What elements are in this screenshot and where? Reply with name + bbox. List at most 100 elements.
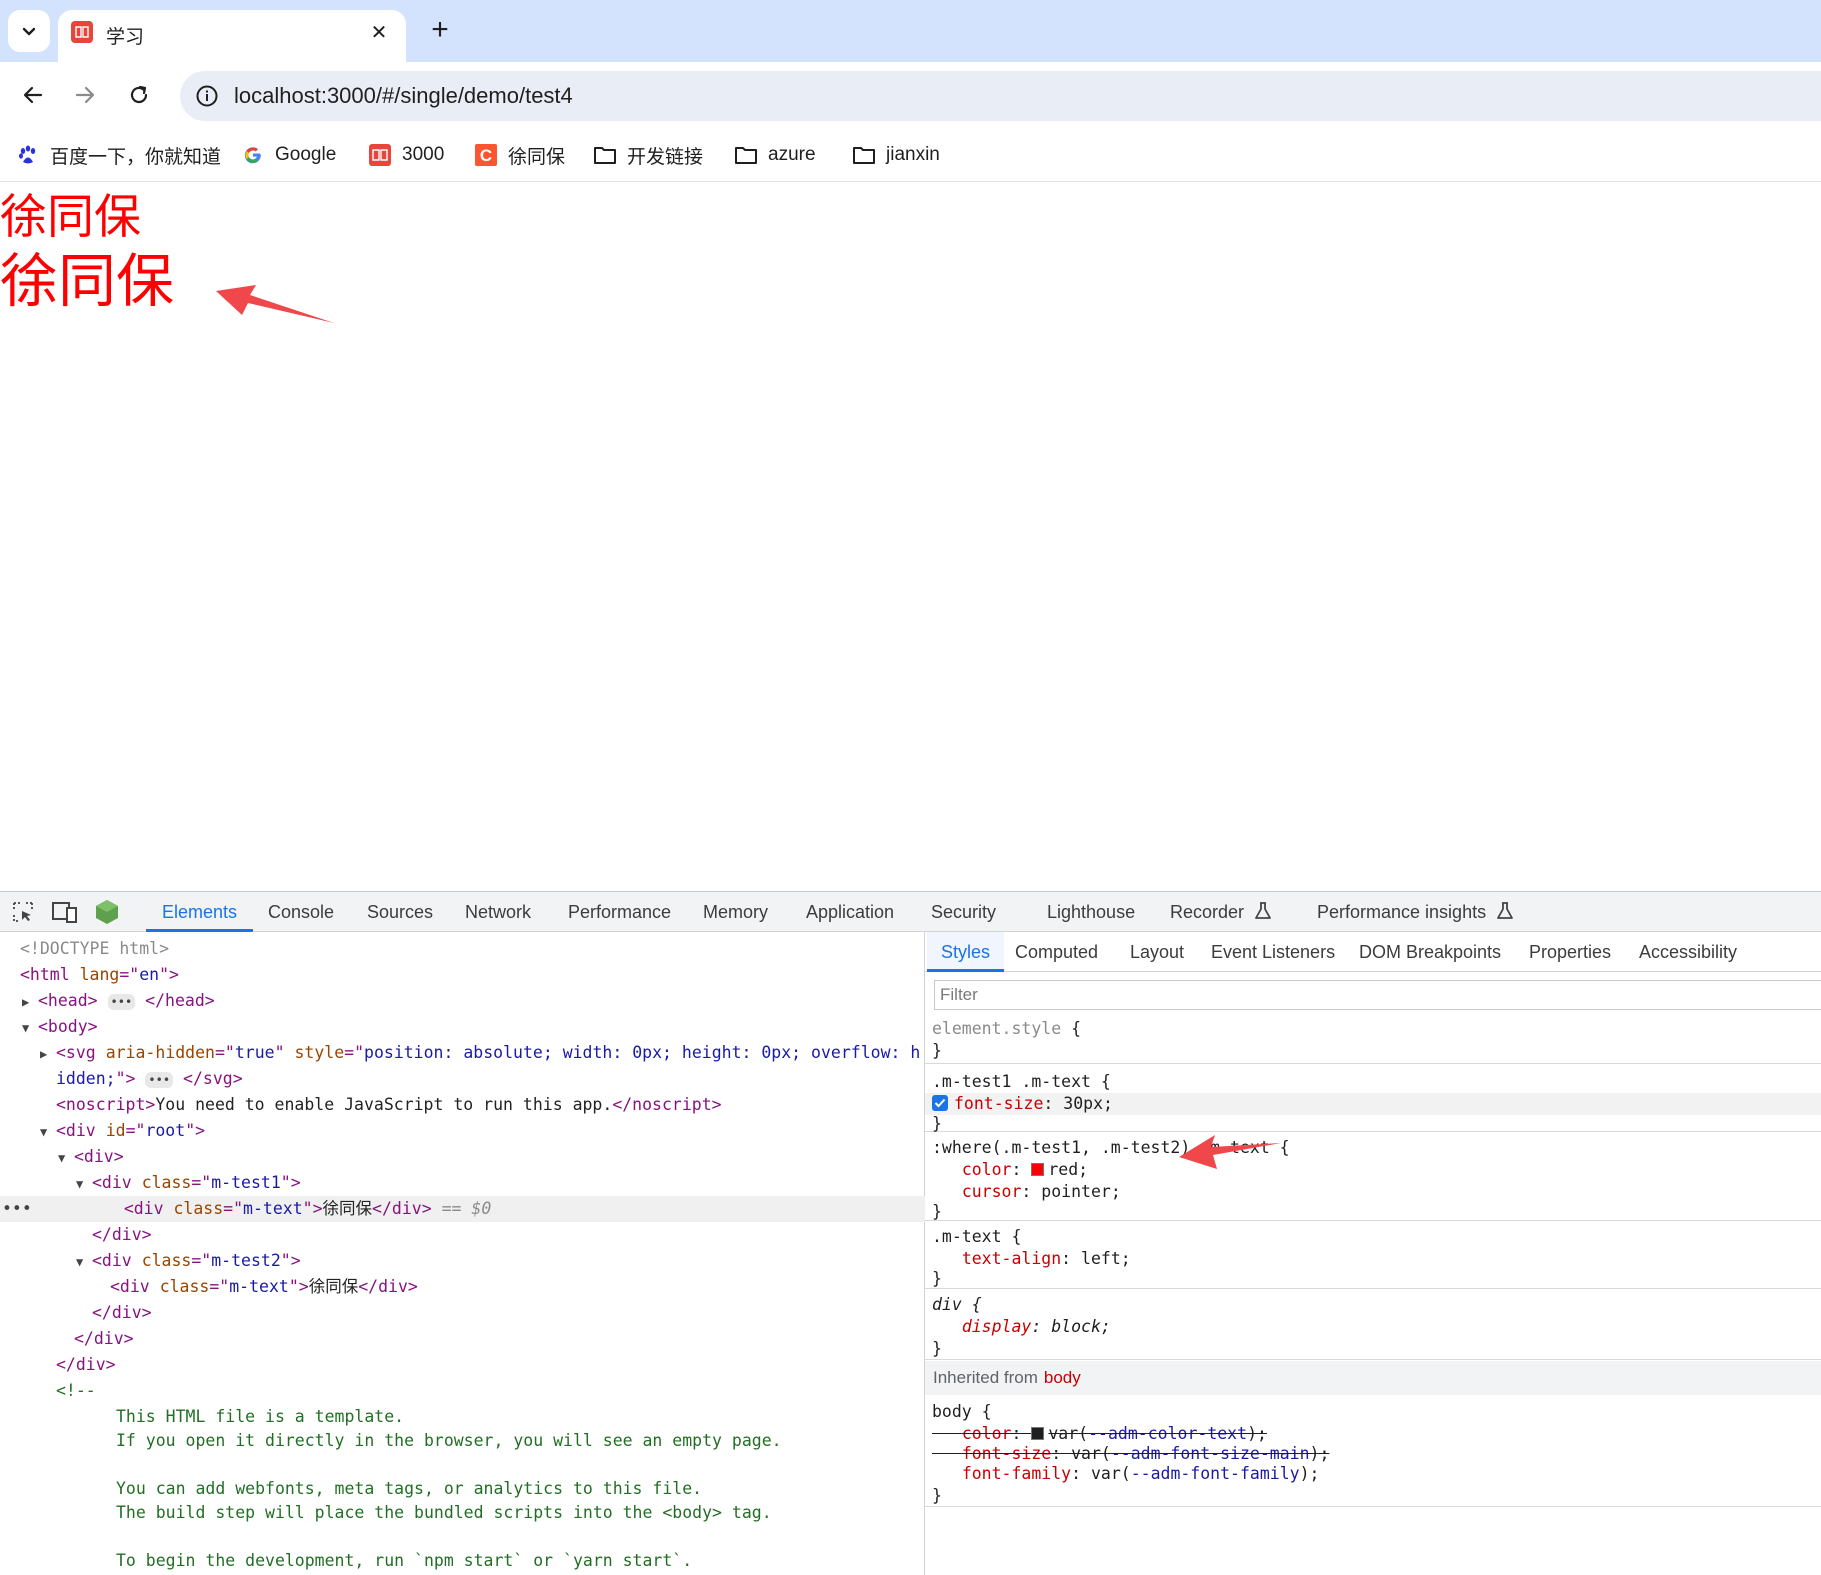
tab-styles[interactable]: Styles: [927, 932, 1005, 972]
root-node[interactable]: ▼ <div id="root">: [0, 1118, 925, 1144]
html-node[interactable]: <html lang="en">: [0, 962, 925, 988]
bookmark-xutongbao[interactable]: C 徐同保: [474, 140, 565, 170]
address-bar[interactable]: localhost:3000/#/single/demo/test4: [180, 71, 1821, 121]
svg-node-cont[interactable]: idden;"> ••• </svg>: [0, 1066, 925, 1092]
styles-filter-input[interactable]: Filter: [934, 980, 1821, 1010]
tab-sources[interactable]: Sources: [367, 892, 433, 932]
tab-dom-breakpoints[interactable]: DOM Breakpoints: [1359, 932, 1501, 972]
annotation-arrow-icon: [1179, 1135, 1281, 1169]
div-node[interactable]: ▼ <div>: [0, 1144, 925, 1170]
noscript-node[interactable]: <noscript>You need to enable JavaScript …: [0, 1092, 925, 1118]
close-div-node[interactable]: </div>: [0, 1326, 925, 1352]
devtools-toolbar: Elements Console Sources Network Perform…: [0, 892, 1821, 932]
svg-text:C: C: [480, 146, 492, 165]
tab-search-button[interactable]: [8, 10, 50, 52]
comment-line: This HTML file is a template.: [116, 1407, 405, 1426]
tab-network[interactable]: Network: [465, 892, 531, 932]
comment-node[interactable]: <!--: [0, 1378, 925, 1404]
book-favicon-icon: [368, 143, 392, 167]
collapse-triangle-icon[interactable]: ▼: [40, 1119, 56, 1145]
doctype-node[interactable]: <!DOCTYPE html>: [0, 936, 925, 962]
rule-m-text: .m-text { text-align: left; }: [925, 1222, 1821, 1289]
baidu-paw-icon: [16, 143, 40, 167]
bookmark-folder-azure[interactable]: azure: [734, 140, 816, 170]
bookmark-folder-dev[interactable]: 开发链接: [593, 140, 703, 170]
new-tab-button[interactable]: +: [422, 12, 458, 48]
tab-recorder-label: Recorder: [1170, 902, 1245, 922]
property-checkbox[interactable]: [932, 1095, 948, 1111]
collapse-triangle-icon[interactable]: ▼: [58, 1145, 74, 1171]
m-test1-node[interactable]: ▼ <div class="m-test1">: [0, 1170, 925, 1196]
tab-performance-insights-label: Performance insights: [1317, 902, 1487, 922]
browser-toolbar: localhost:3000/#/single/demo/test4: [0, 62, 1821, 128]
ellipsis-icon[interactable]: •••: [107, 993, 136, 1010]
svg-node[interactable]: ▶ <svg aria-hidden="true" style="position…: [0, 1040, 925, 1066]
bookmark-label: 开发链接: [627, 146, 704, 168]
collapse-triangle-icon[interactable]: ▼: [76, 1171, 92, 1197]
head-node[interactable]: ▶ <head> ••• </head>: [0, 988, 925, 1014]
filter-placeholder: Filter: [940, 985, 978, 1004]
tab-performance[interactable]: Performance: [568, 892, 671, 932]
tab-recorder[interactable]: Recorder: [1170, 892, 1271, 932]
close-root-node[interactable]: </div>: [0, 1352, 925, 1378]
inherited-from-header: Inherited from body: [925, 1361, 1821, 1395]
tab-computed[interactable]: Computed: [1015, 932, 1098, 972]
elements-tree: <!DOCTYPE html> <html lang="en"> ▶ <head>…: [0, 932, 925, 1575]
body-node[interactable]: ▼ <body>: [0, 1014, 925, 1040]
tab-security[interactable]: Security: [931, 892, 996, 932]
tab-console[interactable]: Console: [268, 892, 334, 932]
bookmark-baidu[interactable]: 百度一下，你就知道: [16, 140, 221, 170]
inherited-label: Inherited from: [933, 1368, 1038, 1387]
close-div-node[interactable]: </div>: [0, 1300, 925, 1326]
m-test2-node[interactable]: ▼ <div class="m-test2">: [0, 1248, 925, 1274]
device-toolbar-icon[interactable]: [52, 899, 78, 925]
bookmark-label: azure: [768, 144, 816, 165]
forward-button[interactable]: [64, 74, 106, 116]
close-div-node[interactable]: </div>: [0, 1222, 925, 1248]
comment-line: If you open it directly in the browser, …: [116, 1431, 782, 1450]
rule-body: body { color: var(--adm-color-text); fon…: [925, 1395, 1821, 1507]
bookmark-3000[interactable]: 3000: [368, 140, 444, 170]
flask-icon: [1255, 902, 1271, 919]
inspect-element-icon[interactable]: [10, 899, 36, 925]
back-button[interactable]: [12, 74, 54, 116]
expand-triangle-icon[interactable]: ▶: [22, 989, 38, 1015]
tab-lighthouse[interactable]: Lighthouse: [1047, 892, 1135, 932]
close-icon[interactable]: ✕: [364, 17, 394, 47]
tab-performance-insights[interactable]: Performance insights: [1317, 892, 1513, 932]
folder-icon: [734, 143, 758, 167]
tab-properties[interactable]: Properties: [1529, 932, 1611, 972]
rule-m-test1-m-text: .m-test1 .m-text { font-size: 30px; }: [925, 1065, 1821, 1133]
bookmark-folder-jianxin[interactable]: jianxin: [852, 140, 940, 170]
tab-application[interactable]: Application: [806, 892, 894, 932]
arrow-left-icon: [23, 86, 43, 104]
ellipsis-icon[interactable]: •••: [145, 1071, 174, 1088]
color-swatch[interactable]: [1031, 1427, 1045, 1440]
bookmark-label: Google: [275, 144, 337, 165]
tab-strip: 学习 ✕ +: [0, 0, 1821, 62]
tab-event-listeners[interactable]: Event Listeners: [1211, 932, 1335, 972]
google-g-icon: [241, 143, 265, 167]
chevron-down-icon: [22, 27, 36, 36]
collapse-triangle-icon[interactable]: ▼: [76, 1249, 92, 1275]
m-test1-text[interactable]: 徐同保: [0, 189, 141, 245]
comment-line: The build step will place the bundled sc…: [116, 1503, 772, 1522]
tab-memory[interactable]: Memory: [703, 892, 768, 932]
m-text-node-selected[interactable]: ••• <div class="m-text">徐同保</div> == $0: [0, 1196, 925, 1222]
tab-accessibility[interactable]: Accessibility: [1639, 932, 1737, 972]
tab-layout[interactable]: Layout: [1130, 932, 1184, 972]
color-swatch[interactable]: [1031, 1163, 1045, 1176]
reload-button[interactable]: [118, 74, 160, 116]
site-info-icon[interactable]: [190, 79, 224, 113]
browser-tab[interactable]: 学习 ✕: [58, 10, 406, 62]
node-hexagon-icon[interactable]: [94, 899, 120, 925]
inherited-source-link[interactable]: body: [1044, 1368, 1081, 1387]
reload-icon: [130, 85, 148, 104]
tab-elements[interactable]: Elements: [146, 892, 254, 932]
expand-triangle-icon[interactable]: ▶: [40, 1041, 56, 1067]
m-text-node-2[interactable]: <div class="m-text">徐同保</div>: [0, 1274, 925, 1300]
bookmark-google[interactable]: Google: [241, 140, 336, 170]
bookmarks-bar: 百度一下，你就知道 Google 3000 C 徐同保 开发链接 azure j…: [0, 128, 1821, 182]
m-test2-text[interactable]: 徐同保: [0, 247, 174, 317]
collapse-triangle-icon[interactable]: ▼: [22, 1015, 38, 1041]
